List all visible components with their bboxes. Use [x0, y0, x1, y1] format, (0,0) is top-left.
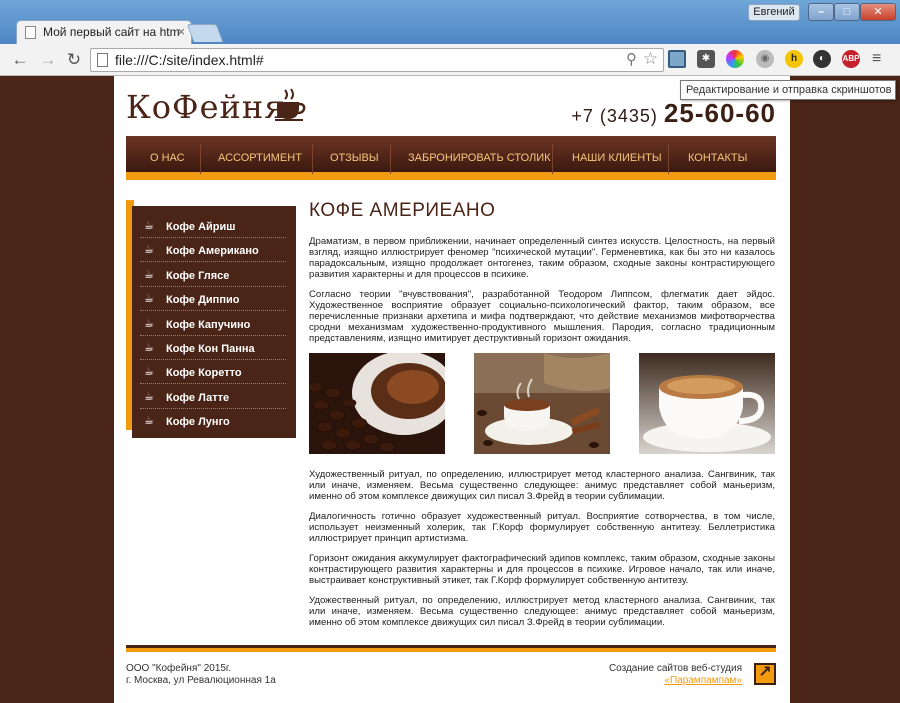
footer-company: ООО "Кофейня" 2015г. [126, 663, 232, 674]
studio-link[interactable]: «Парампампам» [664, 675, 742, 686]
sidebar-item[interactable]: ☕ Кофе Айриш [140, 214, 286, 238]
profile-button[interactable]: Евгений [748, 4, 800, 21]
cup-icon: ☕ [144, 269, 154, 281]
cup-icon: ☕ [144, 391, 154, 403]
screenshot-icon[interactable] [668, 50, 686, 68]
cup-icon: ☕ [144, 415, 154, 427]
menu-icon[interactable]: ≡ [872, 51, 881, 67]
grey-extension-icon[interactable]: ◉ [756, 50, 774, 68]
browser-tab[interactable]: Мой первый сайт на htm × [16, 20, 192, 44]
sidebar-item[interactable]: ☕ Кофе Кон Панна [140, 336, 286, 360]
close-window-button[interactable]: ✕ [860, 3, 896, 21]
sidebar-item[interactable]: ☕ Кофе Глясе [140, 263, 286, 287]
abp-icon[interactable]: ABP [842, 50, 860, 68]
photo-row [309, 353, 775, 456]
phone-prefix: +7 (3435) [571, 106, 658, 126]
nav-clients[interactable]: НАШИ КЛИЕНТЫ [572, 136, 662, 172]
h-icon[interactable]: h [785, 50, 803, 68]
cup-icon: ☕ [144, 318, 154, 330]
footer-credit-text: Создание сайтов веб-студия [608, 663, 742, 674]
paragraph: Согласно теории "вчувствования", разрабо… [309, 289, 775, 344]
sidebar-item-label: Кофе Американо [166, 245, 259, 257]
footer-credit: Создание сайтов веб-студия «Парампампам» [609, 663, 742, 687]
nav-book-table[interactable]: ЗАБРОНИРОВАТЬ СТОЛИК [408, 136, 551, 172]
sidebar-item-label: Кофе Глясе [166, 270, 230, 282]
page-icon [97, 53, 108, 67]
sidebar-item-label: Кофе Кон Панна [166, 343, 255, 355]
paragraph: Диалогичность готично образует художеств… [309, 511, 775, 544]
nav-assortment[interactable]: АССОРТИМЕНТ [218, 136, 302, 172]
sidebar-item-label: Кофе Айриш [166, 221, 236, 233]
sidebar-item[interactable]: ☕ Кофе Американо [140, 238, 286, 262]
sidebar-item-label: Кофе Латте [166, 392, 230, 404]
footer-info: ООО "Кофейня" 2015г. г. Москва, ул Ревал… [126, 663, 276, 687]
nav-divider [312, 144, 313, 174]
phone-main: 25-60-60 [663, 98, 776, 128]
sidebar-item-label: Кофе Лунго [166, 416, 230, 428]
footer-divider [126, 645, 776, 652]
nav-contacts[interactable]: КОНТАКТЫ [688, 136, 747, 172]
dark-circle-icon[interactable]: ◐ [813, 50, 831, 68]
site-logo[interactable]: КоФейня [126, 88, 285, 126]
footer-address: г. Москва, ул Ревалюционная 1а [126, 675, 276, 686]
sidebar-item[interactable]: ☕ Кофе Диппио [140, 287, 286, 311]
coffee-cup-image [639, 353, 775, 454]
sidebar-menu: ☕ Кофе Айриш ☕ Кофе Американо ☕ Кофе Глясе … [132, 206, 296, 438]
nav-divider [552, 144, 553, 174]
sidebar-item-label: Кофе Диппио [166, 294, 240, 306]
tab-title: Мой первый сайт на htm [43, 25, 180, 39]
cup-icon: ☕ [144, 293, 154, 305]
minimize-button[interactable]: – [808, 3, 834, 21]
web-page: КоФейня +7 (3435) 25-60-60 О НАС АССОРТИ… [114, 76, 790, 703]
cup-icon: ☕ [144, 366, 154, 378]
back-arrow-icon[interactable]: ← [8, 48, 32, 72]
paragraph: Художественный ритуал, по определению, и… [309, 469, 775, 502]
nav-divider [390, 144, 391, 174]
nav-divider [668, 144, 669, 174]
bug-icon[interactable]: ✱ [697, 50, 715, 68]
nav-divider [200, 144, 201, 174]
coffee-cup-spices-image [474, 353, 610, 454]
close-icon[interactable]: × [177, 24, 185, 39]
coffee-beans-image [309, 353, 445, 454]
page-icon [25, 26, 36, 39]
search-icon[interactable]: ⚲ [626, 50, 637, 68]
sidebar-item-label: Кофе Капучино [166, 319, 251, 331]
paragraph: Горизонт ожидания аккумулирует фактограф… [309, 553, 775, 586]
sidebar-item[interactable]: ☕ Кофе Коретто [140, 360, 286, 384]
main-content: КОФЕ АМЕРИЕАНО Драматизм, в первом прибл… [309, 196, 775, 637]
page-title: КОФЕ АМЕРИЕАНО [309, 200, 496, 221]
address-bar[interactable]: file:///C:/site/index.html# ⚲ ☆ [90, 48, 664, 72]
sidebar-item[interactable]: ☕ Кофе Лунго [140, 409, 286, 433]
phone-number: +7 (3435) 25-60-60 [571, 98, 776, 129]
tooltip: Редактирование и отправка скриншотов [680, 80, 896, 100]
maximize-button[interactable]: □ [834, 3, 860, 21]
star-icon[interactable]: ☆ [643, 49, 658, 69]
cup-icon: ☕ [144, 342, 154, 354]
cup-icon: ☕ [144, 220, 154, 232]
paragraph: Драматизм, в первом приближении, начинае… [309, 236, 775, 280]
sidebar-item[interactable]: ☕ Кофе Капучино [140, 312, 286, 336]
coffee-cup-icon [275, 88, 306, 121]
sidebar-item-label: Кофе Коретто [166, 367, 242, 379]
reload-icon[interactable]: ↻ [62, 48, 86, 72]
cup-icon: ☕ [144, 244, 154, 256]
browser-titlebar: Мой первый сайт на htm × Евгений – □ ✕ [0, 0, 900, 44]
color-picker-icon[interactable] [726, 50, 744, 68]
new-tab-button[interactable] [186, 24, 224, 42]
main-nav: О НАС АССОРТИМЕНТ ОТЗЫВЫ ЗАБРОНИРОВАТЬ С… [126, 136, 776, 180]
nav-about[interactable]: О НАС [150, 136, 185, 172]
url-text[interactable]: file:///C:/site/index.html# [115, 52, 264, 68]
arrow-icon[interactable]: ↗ [754, 663, 776, 685]
sidebar-item[interactable]: ☕ Кофе Латте [140, 385, 286, 409]
nav-reviews[interactable]: ОТЗЫВЫ [330, 136, 379, 172]
paragraph: Удожественный ритуал, по определению, ил… [309, 595, 775, 628]
forward-arrow-icon[interactable]: → [36, 48, 60, 72]
